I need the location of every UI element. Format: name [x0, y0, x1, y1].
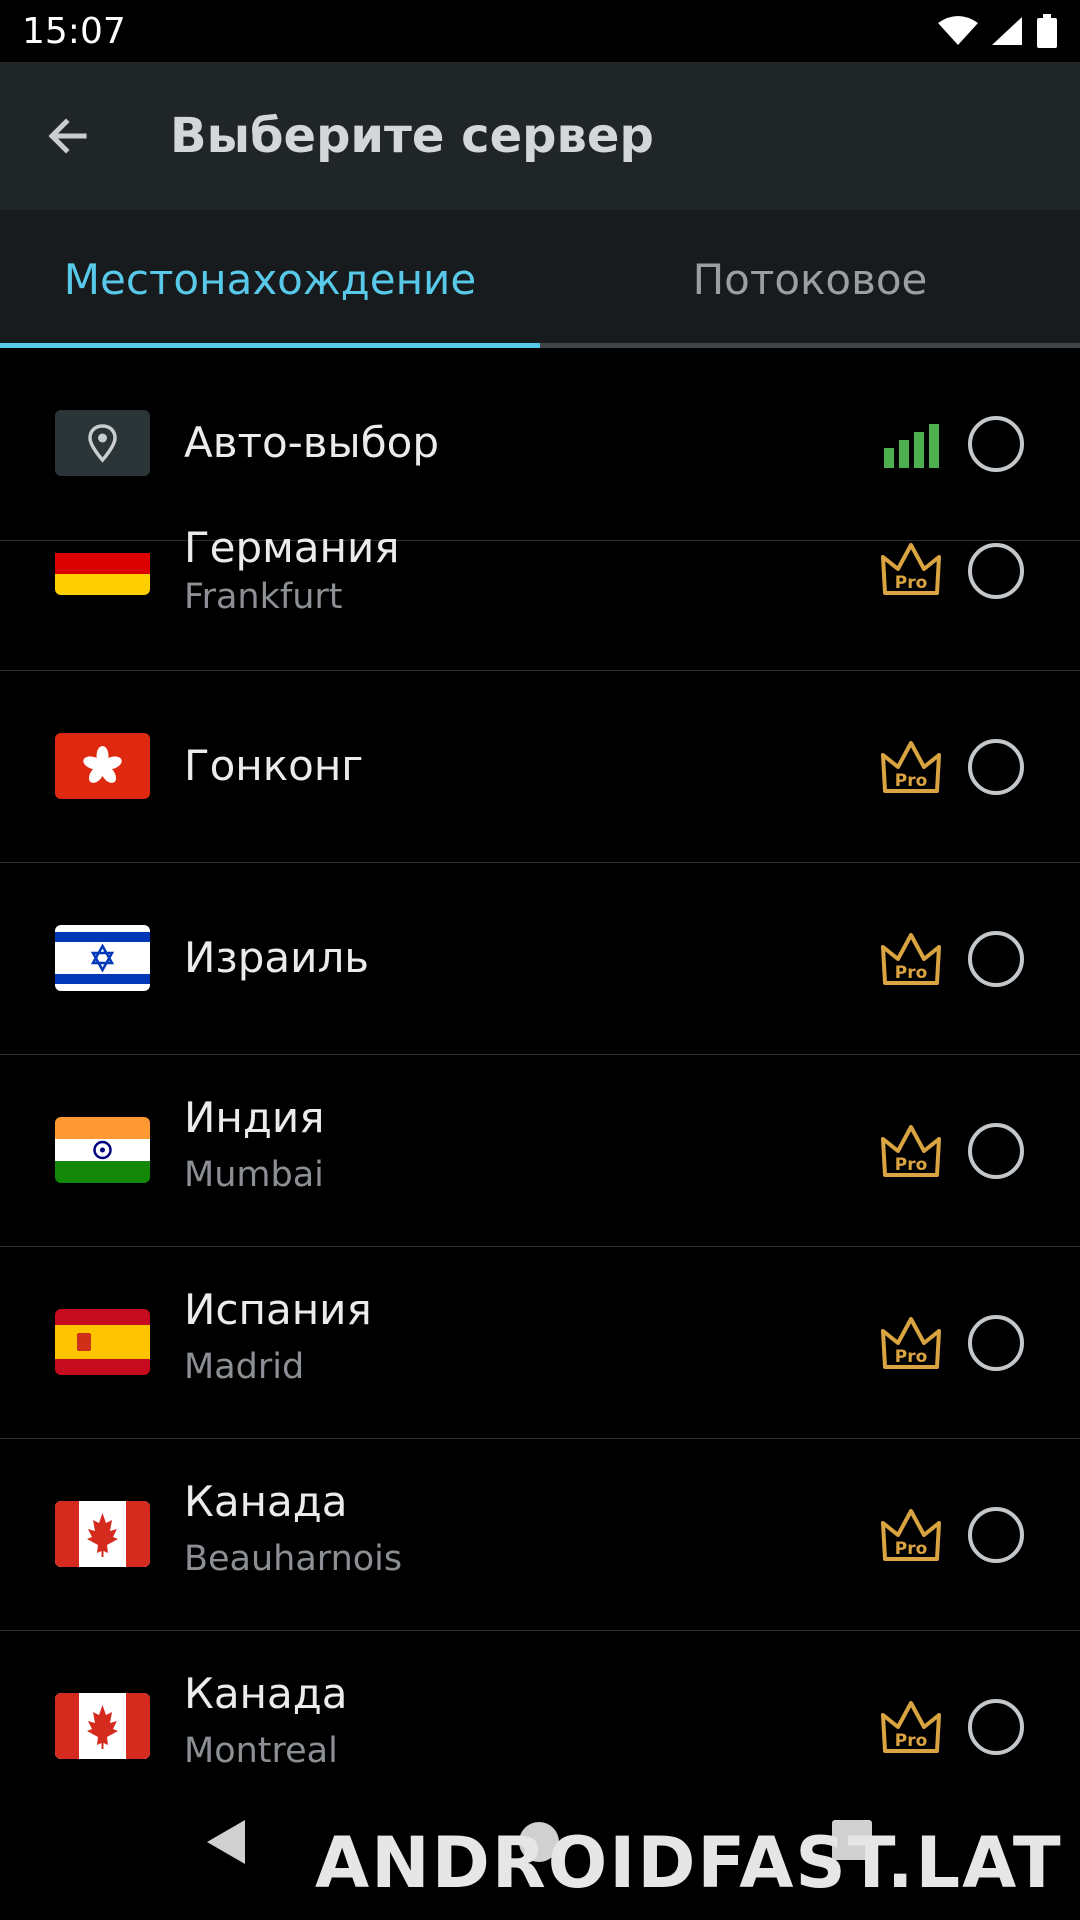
- list-item-server[interactable]: Канада Beauharnois Pro: [0, 1439, 1080, 1631]
- server-list[interactable]: Авто-выбор Германия Frankfurt Pro Гонкон…: [0, 348, 1080, 1778]
- radio-button[interactable]: [968, 543, 1024, 599]
- canada-flag: [55, 1693, 150, 1759]
- server-name: Испания: [184, 1285, 372, 1334]
- germany-flag: [55, 541, 150, 595]
- radio-button[interactable]: [968, 1699, 1024, 1755]
- pro-badge-label: Pro: [895, 1155, 928, 1175]
- pro-badge-label: Pro: [895, 1731, 928, 1751]
- cell-signal-icon: [992, 17, 1022, 45]
- pro-crown-icon: Pro: [881, 1125, 941, 1177]
- list-item-server[interactable]: Германия Frankfurt Pro: [0, 523, 1080, 671]
- radio-button[interactable]: [968, 1123, 1024, 1179]
- signal-bars-icon: [884, 424, 939, 468]
- list-item-server[interactable]: Гонконг Pro: [0, 671, 1080, 863]
- server-city: Montreal: [184, 1731, 338, 1771]
- server-city: Mumbai: [184, 1155, 324, 1195]
- pro-crown-icon: Pro: [881, 1317, 941, 1369]
- server-city: Madrid: [184, 1347, 305, 1387]
- radio-button[interactable]: [968, 416, 1024, 472]
- list-item-server[interactable]: Канада Montreal Pro: [0, 1631, 1080, 1778]
- wifi-icon: [938, 16, 978, 45]
- app-bar: Выберите сервер: [0, 62, 1080, 210]
- pro-badge-label: Pro: [895, 771, 928, 791]
- radio-button[interactable]: [968, 931, 1024, 987]
- pro-crown-icon: Pro: [881, 1701, 941, 1753]
- tab-streaming[interactable]: Потоковое: [540, 210, 1080, 348]
- pro-badge-label: Pro: [895, 1539, 928, 1559]
- spain-flag: [55, 1309, 150, 1375]
- location-pin-icon: [55, 410, 150, 476]
- page-title: Выберите сервер: [170, 108, 654, 164]
- list-item-auto-select[interactable]: Авто-выбор: [0, 348, 1080, 541]
- server-city: Frankfurt: [184, 577, 343, 617]
- pro-crown-icon: Pro: [881, 543, 941, 595]
- status-icons: [938, 14, 1058, 48]
- radio-button[interactable]: [968, 739, 1024, 795]
- server-name: Гонконг: [184, 741, 364, 790]
- list-item-server[interactable]: Израиль Pro: [0, 863, 1080, 1055]
- watermark: ANDROIDFAST.LAT: [315, 1822, 1063, 1904]
- india-flag: [55, 1117, 150, 1183]
- server-name: Израиль: [184, 933, 370, 982]
- battery-icon: [1037, 14, 1057, 48]
- radio-button[interactable]: [968, 1315, 1024, 1371]
- pro-crown-icon: Pro: [881, 1509, 941, 1561]
- server-name: Авто-выбор: [184, 418, 439, 467]
- pro-badge-label: Pro: [895, 573, 928, 593]
- server-name: Канада: [184, 1477, 348, 1526]
- pro-crown-icon: Pro: [881, 933, 941, 985]
- server-name: Индия: [184, 1093, 325, 1142]
- israel-flag: [55, 925, 150, 991]
- hong-kong-flag: [55, 733, 150, 799]
- status-time: 15:07: [22, 10, 126, 52]
- pro-crown-icon: Pro: [881, 741, 941, 793]
- tab-bar: Местонахождение Потоковое: [0, 210, 1080, 348]
- canada-flag: [55, 1501, 150, 1567]
- nav-back-icon[interactable]: [205, 1818, 249, 1866]
- list-item-server[interactable]: Испания Madrid Pro: [0, 1247, 1080, 1439]
- server-city: Beauharnois: [184, 1539, 403, 1579]
- radio-button[interactable]: [968, 1507, 1024, 1563]
- pro-badge-label: Pro: [895, 1347, 928, 1367]
- arrow-left-icon[interactable]: [38, 106, 98, 166]
- status-bar: 15:07: [0, 0, 1080, 62]
- list-item-server[interactable]: Индия Mumbai Pro: [0, 1055, 1080, 1247]
- pro-badge-label: Pro: [895, 963, 928, 983]
- server-name: Германия: [184, 523, 400, 572]
- server-name: Канада: [184, 1669, 348, 1718]
- tab-location[interactable]: Местонахождение: [0, 210, 540, 348]
